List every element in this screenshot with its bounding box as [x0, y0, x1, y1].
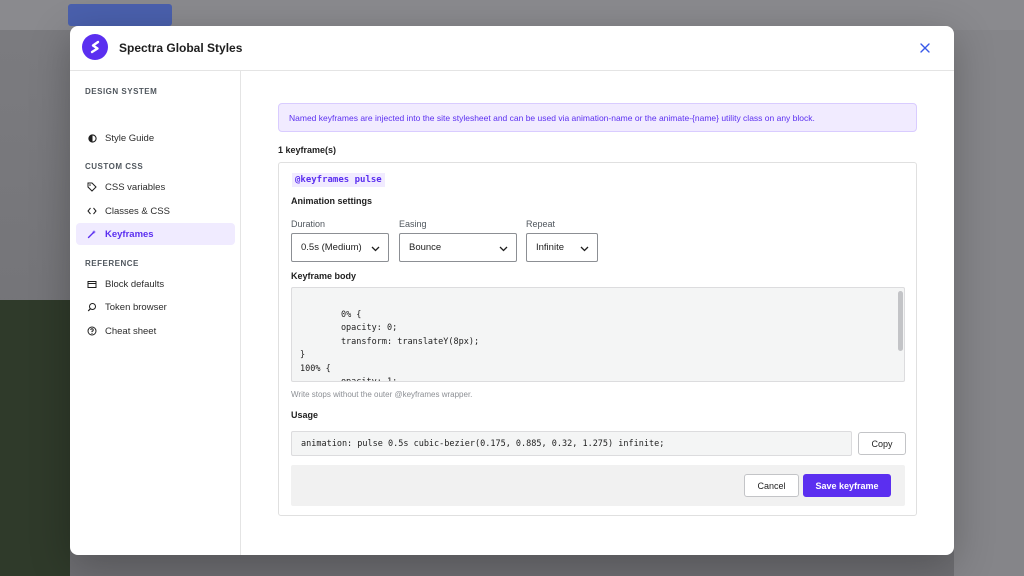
sidebar: DESIGN SYSTEM Style Guide CUSTOM CSS CSS… — [70, 71, 241, 555]
keyframe-body-textarea[interactable]: 0% { opacity: 0; transform: translateY(8… — [291, 287, 905, 382]
copy-button[interactable]: Copy — [858, 432, 906, 455]
modal-title: Spectra Global Styles — [119, 41, 243, 55]
sidebar-item-cheat-sheet[interactable]: Cheat sheet — [76, 320, 235, 342]
usage-code: animation: pulse 0.5s cubic-bezier(0.175… — [291, 431, 852, 456]
sidebar-item-label: Token browser — [105, 301, 167, 313]
chevron-down-icon — [371, 244, 380, 255]
repeat-select[interactable]: Infinite — [526, 233, 598, 262]
section-label-reference: REFERENCE — [85, 259, 139, 268]
sidebar-item-classes-css[interactable]: Classes & CSS — [76, 200, 235, 222]
duration-label: Duration — [291, 219, 326, 229]
half-circle-icon — [86, 132, 98, 144]
resize-handle-icon[interactable] — [894, 371, 902, 379]
easing-value: Bounce — [409, 242, 442, 253]
easing-select[interactable]: Bounce — [399, 233, 517, 262]
save-keyframe-button[interactable]: Save keyframe — [803, 474, 891, 497]
chevron-down-icon — [499, 244, 508, 255]
folder-icon — [86, 278, 98, 290]
sidebar-item-label: Style Guide — [105, 132, 155, 144]
sidebar-item-keyframes[interactable]: Keyframes — [76, 223, 235, 245]
section-label-custom-css: CUSTOM CSS — [85, 162, 144, 171]
cancel-button[interactable]: Cancel — [744, 474, 799, 497]
card-footer: Cancel Save keyframe — [291, 465, 905, 506]
sidebar-item-css-variables[interactable]: CSS variables — [76, 176, 235, 198]
keyframe-count: 1 keyframe(s) — [278, 145, 337, 155]
section-label-design-system: DESIGN SYSTEM — [85, 87, 158, 96]
close-icon[interactable] — [915, 38, 935, 58]
code-brackets-icon — [86, 205, 98, 217]
duration-value: 0.5s (Medium) — [301, 242, 362, 253]
keyframe-card: @keyframes pulse Animation settings Dura… — [278, 162, 917, 516]
search-icon — [86, 301, 98, 313]
sidebar-item-token-browser[interactable]: Token browser — [76, 296, 235, 318]
background-button — [68, 4, 172, 26]
sidebar-item-label: Classes & CSS — [105, 205, 170, 217]
sidebar-item-label: Block defaults — [105, 278, 165, 290]
keyframe-body-hint: Write stops without the outer @keyframes… — [291, 390, 473, 399]
info-notice: Named keyframes are injected into the si… — [278, 103, 917, 132]
background-sidebar — [954, 30, 1024, 576]
main-content: Named keyframes are injected into the si… — [242, 71, 954, 555]
repeat-value: Infinite — [536, 242, 564, 253]
sidebar-item-label: CSS variables — [105, 181, 166, 193]
keyframe-body-text: 0% { opacity: 0; transform: translateY(8… — [300, 309, 480, 382]
repeat-label: Repeat — [526, 219, 556, 229]
spectra-logo-icon — [82, 34, 108, 60]
duration-select[interactable]: 0.5s (Medium) — [291, 233, 389, 262]
help-icon — [86, 325, 98, 337]
wand-icon — [86, 228, 98, 240]
chevron-down-icon — [580, 244, 589, 255]
background-panel — [0, 300, 70, 576]
easing-label: Easing — [399, 219, 427, 229]
sidebar-item-block-defaults[interactable]: Block defaults — [76, 273, 235, 295]
animation-settings-heading: Animation settings — [291, 196, 373, 206]
tag-icon — [86, 181, 98, 193]
keyframe-body-label: Keyframe body — [291, 271, 357, 281]
keyframe-name: @keyframes pulse — [292, 173, 385, 187]
global-styles-modal: Spectra Global Styles DESIGN SYSTEM Styl… — [70, 26, 954, 555]
sidebar-item-label: Cheat sheet — [105, 325, 157, 337]
sidebar-item-style-guide[interactable]: Style Guide — [76, 127, 235, 149]
modal-header: Spectra Global Styles — [70, 26, 954, 71]
sidebar-item-label: Keyframes — [105, 228, 154, 240]
scrollbar[interactable] — [898, 291, 903, 351]
usage-label: Usage — [291, 410, 319, 420]
